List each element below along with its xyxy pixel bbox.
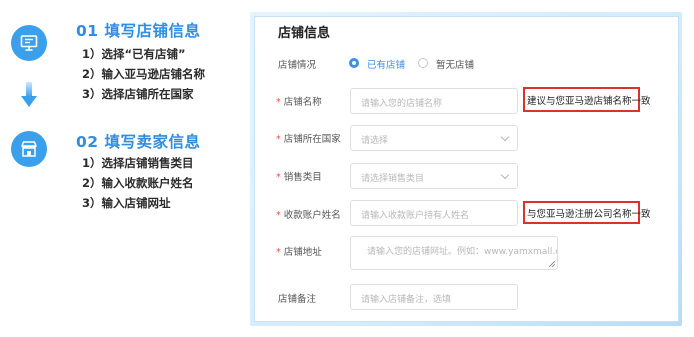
store-name-input[interactable]: 请输入您的店铺名称 [350, 88, 518, 114]
country-select[interactable]: 请选择 [350, 125, 518, 151]
required-mark: * [276, 172, 281, 183]
country-label-text: 店铺所在国家 [283, 134, 341, 145]
address-label: * 店铺地址 [276, 244, 322, 258]
monitor-icon [20, 35, 38, 51]
store-name-hint: 建议与您亚马逊店铺名称一致 [523, 87, 651, 112]
radio-has-store-label[interactable]: 已有店铺 [367, 57, 405, 71]
radio-has-store[interactable] [349, 58, 359, 68]
category-select[interactable]: 请选择销售类目 [350, 163, 518, 189]
step1-title: 01 填写店铺信息 [76, 22, 201, 40]
radio-no-store-label[interactable]: 暂无店铺 [436, 57, 474, 71]
storefront-icon [21, 141, 37, 157]
required-mark: * [276, 247, 281, 258]
step1-item-2: 2）输入亚马逊店铺名称 [82, 67, 206, 81]
remark-label: 店铺备注 [278, 294, 317, 305]
step2-item-2: 2）输入收款账户姓名 [82, 176, 194, 190]
store-status-label: 店铺情况 [278, 60, 317, 71]
radio-no-store[interactable] [418, 58, 428, 68]
address-label-text: 店铺地址 [283, 247, 322, 258]
step2-item-3: 3）输入店铺网址 [82, 196, 171, 210]
address-textarea[interactable]: 请输入您的店铺网址。例如：www.yamxmall.com [350, 236, 558, 270]
account-name-input[interactable]: 请输入收款账户持有人姓名 [350, 200, 518, 226]
step2-item-1: 1）选择店铺销售类目 [82, 156, 194, 170]
account-name-label: * 收款账户姓名 [276, 207, 341, 221]
step1-badge [11, 25, 47, 61]
store-name-label: * 店铺名称 [276, 94, 322, 108]
required-mark: * [276, 134, 281, 145]
store-name-label-text: 店铺名称 [283, 97, 322, 108]
account-name-label-text: 收款账户姓名 [283, 210, 341, 221]
step2-title: 02 填写卖家信息 [76, 133, 201, 151]
remark-input[interactable]: 请输入店铺备注，选填 [350, 284, 518, 310]
account-name-hint: 与您亚马逊注册公司名称一致 [523, 201, 651, 224]
category-label: * 销售类目 [276, 169, 322, 183]
step1-item-3: 3）选择店铺所在国家 [82, 87, 194, 101]
category-label-text: 销售类目 [283, 172, 322, 183]
arrow-down-icon [21, 82, 37, 107]
required-mark: * [276, 97, 281, 108]
form-title: 店铺信息 [278, 26, 331, 41]
step2-badge [11, 131, 47, 167]
country-label: * 店铺所在国家 [276, 131, 341, 145]
step1-item-1: 1）选择“已有店铺” [82, 47, 186, 61]
required-mark: * [276, 210, 281, 221]
